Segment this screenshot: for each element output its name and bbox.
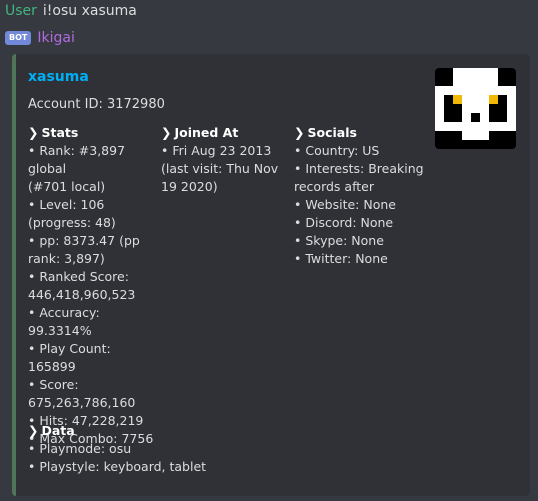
field-line: • Playstyle: keyboard, tablet bbox=[28, 459, 207, 474]
field-line: (progress: 48) bbox=[28, 215, 116, 230]
field-line: • Fri Aug 23 2013 bbox=[161, 143, 272, 158]
socials-field-name: ❯ Socials bbox=[294, 125, 357, 140]
embed-title[interactable]: xasuma bbox=[28, 67, 89, 87]
joined-at-field: ❯ Joined At • Fri Aug 23 2013 (last visit… bbox=[161, 124, 281, 196]
embed-description: Account ID: 3172980 bbox=[28, 97, 165, 112]
field-line: records after bbox=[294, 179, 374, 194]
field-line: 446,418,960,523 bbox=[28, 287, 136, 302]
profile-embed: xasuma Account ID: 3172980 ❯ Stats • Rank… bbox=[12, 54, 530, 496]
field-line: • Interests: Breaking bbox=[294, 161, 424, 176]
chevron-right-icon: ❯ bbox=[294, 125, 305, 140]
field-line: • pp: 8373.47 (pp bbox=[28, 233, 140, 248]
field-line: • Skype: None bbox=[294, 233, 384, 248]
panda-avatar-icon[interactable] bbox=[435, 68, 516, 149]
field-line: • Rank: #3,897 global bbox=[28, 143, 126, 176]
field-line: 19 2020) bbox=[161, 179, 218, 194]
field-line: • Country: US bbox=[294, 143, 380, 158]
chevron-right-icon: ❯ bbox=[161, 125, 172, 140]
field-line: (last visit: Thu Nov bbox=[161, 161, 279, 176]
field-line: 99.3314% bbox=[28, 323, 92, 338]
field-line: 675,263,786,160 bbox=[28, 395, 136, 410]
field-line: • Level: 106 bbox=[28, 197, 105, 212]
stats-field-name: ❯ Stats bbox=[28, 125, 79, 140]
user-message-text: i!osu xasuma bbox=[42, 3, 137, 19]
data-field-name: ❯ Data bbox=[28, 423, 75, 438]
field-line: • Playmode: osu bbox=[28, 441, 132, 456]
data-field: ❯ Data • Playmode: osu • Playstyle: keybo… bbox=[28, 422, 328, 476]
field-line: • Score: bbox=[28, 377, 79, 392]
field-line: • Website: None bbox=[294, 197, 396, 212]
stats-field: ❯ Stats • Rank: #3,897 global (#701 local… bbox=[28, 124, 156, 448]
bot-badge: BOT bbox=[5, 31, 32, 45]
field-line: • Accuracy: bbox=[28, 305, 100, 320]
bot-header: BOT Ikigai bbox=[5, 29, 75, 47]
field-line: (#701 local) bbox=[28, 179, 106, 194]
chevron-right-icon: ❯ bbox=[28, 423, 39, 438]
user-name[interactable]: User bbox=[5, 3, 37, 19]
socials-field: ❯ Socials • Country: US • Interests: Brea… bbox=[294, 124, 424, 268]
joined-at-field-name: ❯ Joined At bbox=[161, 125, 239, 140]
field-line: • Play Count: 165899 bbox=[28, 341, 111, 374]
chevron-right-icon: ❯ bbox=[28, 125, 39, 140]
field-line: rank: 3,897) bbox=[28, 251, 105, 266]
field-line: • Ranked Score: bbox=[28, 269, 129, 284]
user-message: User i!osu xasuma bbox=[5, 2, 137, 20]
field-line: • Discord: None bbox=[294, 215, 394, 230]
bot-name[interactable]: Ikigai bbox=[37, 29, 74, 47]
field-line: • Twitter: None bbox=[294, 251, 388, 266]
